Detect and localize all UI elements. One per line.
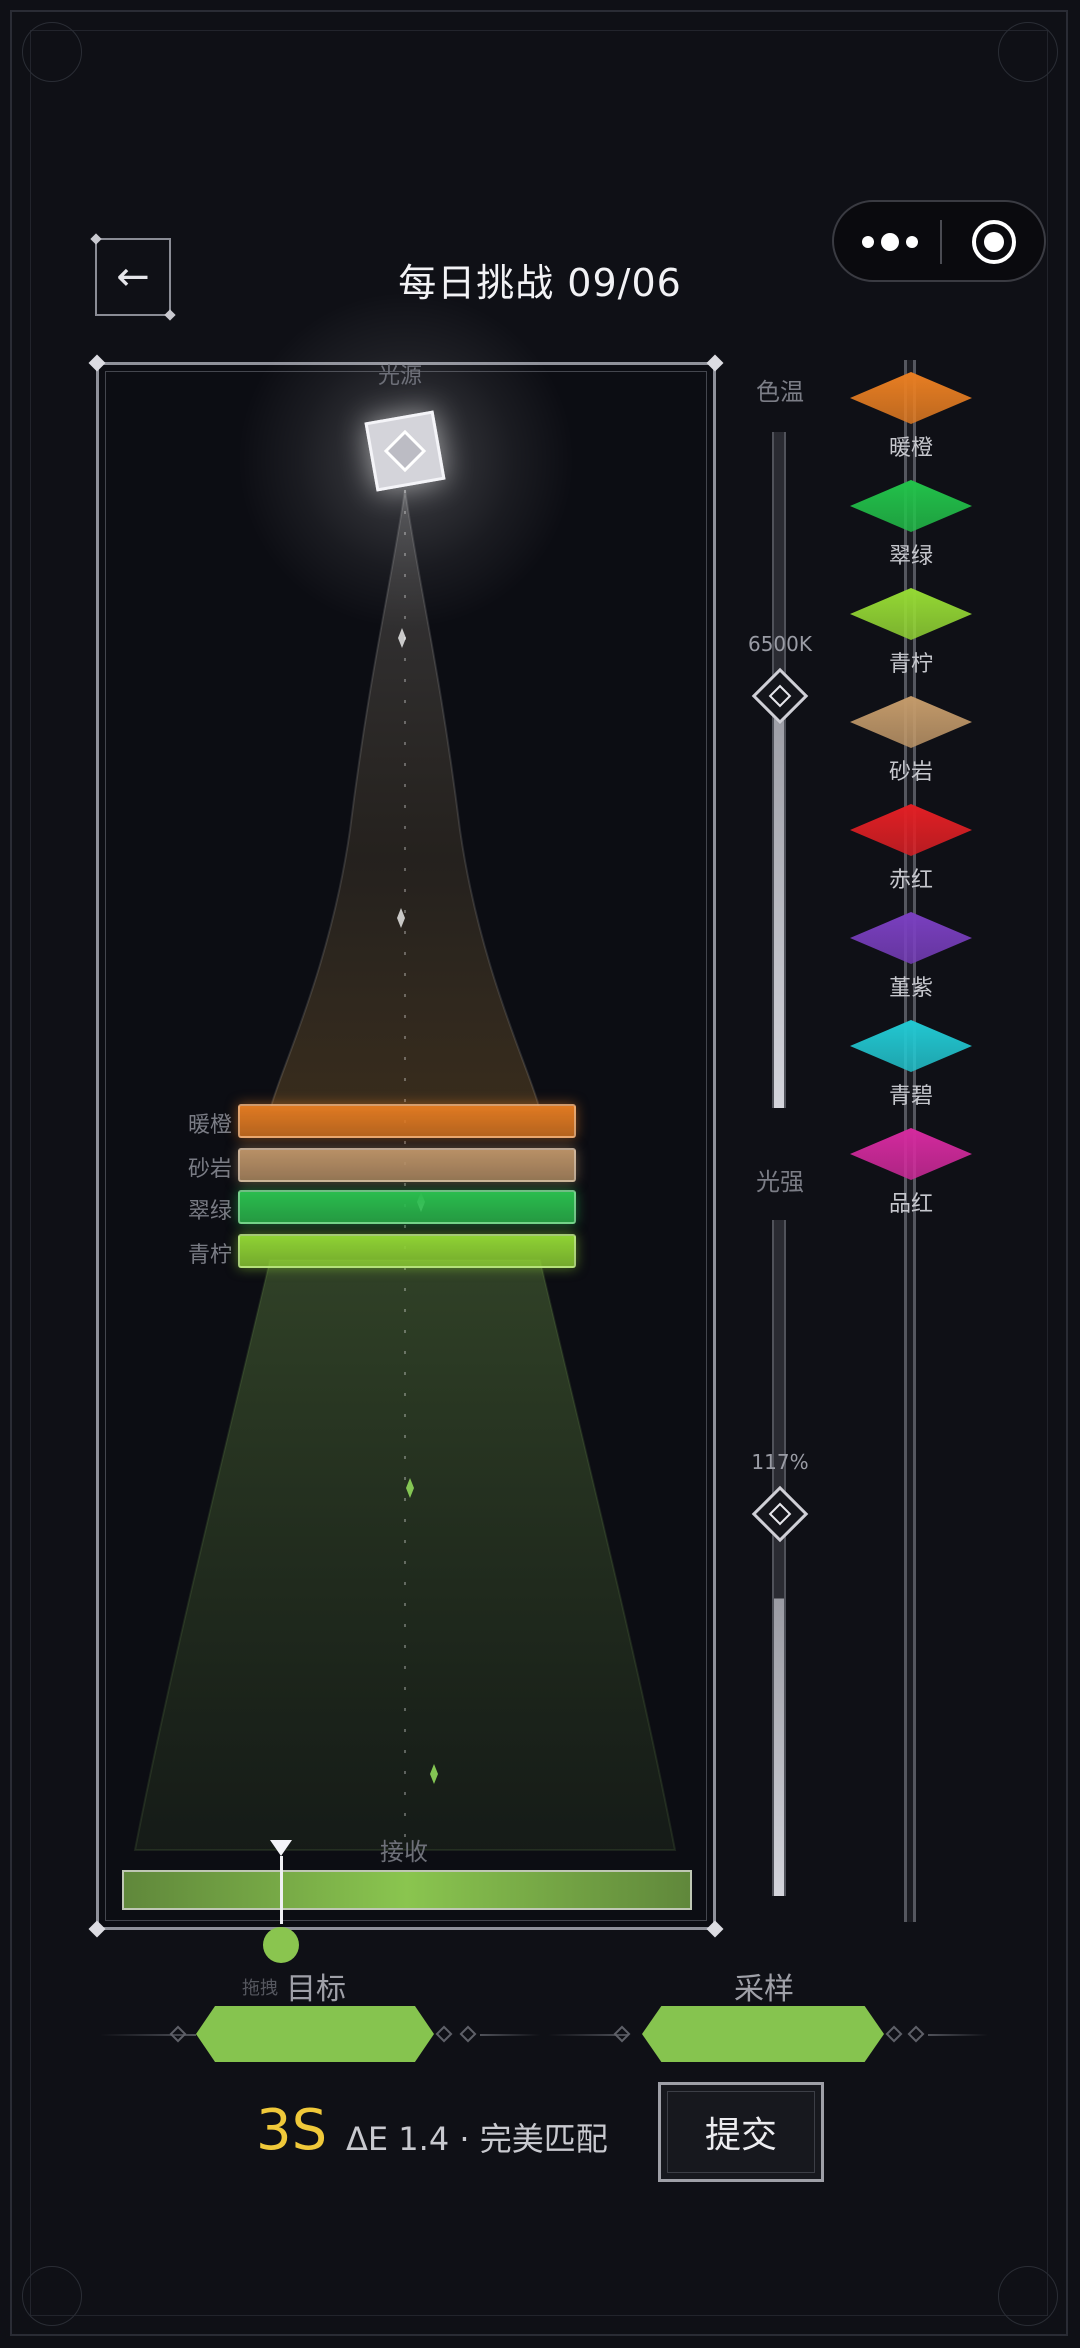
receiver-label: 接收 — [380, 1838, 428, 1866]
palette-swatch[interactable] — [850, 1020, 972, 1072]
sample-color-swatch — [642, 2006, 884, 2062]
palette-swatch[interactable] — [850, 804, 972, 856]
gem-icon — [850, 588, 972, 640]
intensity-label: 光强 — [756, 1168, 804, 1196]
timer: 3S — [256, 2098, 328, 2163]
target-color-swatch — [196, 2006, 434, 2062]
intensity-value: 117% — [751, 1450, 809, 1474]
source-label: 光源 — [378, 364, 423, 389]
target-close-icon[interactable] — [972, 220, 1016, 264]
intensity-slider[interactable] — [772, 1220, 786, 1896]
filter-slot[interactable] — [238, 1190, 576, 1224]
palette-swatch[interactable] — [850, 588, 972, 640]
palette-swatch-label: 翠绿 — [888, 544, 933, 569]
filter-label: 翠绿 — [187, 1199, 232, 1224]
mini-program-capsule — [832, 200, 1046, 282]
corner-ornament — [22, 2266, 82, 2326]
gem-icon — [850, 1128, 972, 1180]
filter-label: 砂岩 — [187, 1157, 232, 1182]
palette-swatch[interactable] — [850, 1128, 972, 1180]
palette-swatch-label: 青柠 — [888, 652, 933, 677]
corner-ornament — [22, 22, 82, 82]
submit-label: 提交 — [704, 2115, 777, 2156]
palette-swatch-label: 赤红 — [888, 868, 933, 893]
gem-icon — [850, 1020, 972, 1072]
palette-swatch-label: 砂岩 — [888, 760, 933, 785]
gem-icon — [850, 372, 972, 424]
receiver-drag-handle[interactable] — [263, 1927, 299, 1963]
palette-swatch-label: 堇紫 — [888, 976, 933, 1001]
palette-swatch[interactable] — [850, 696, 972, 748]
ornament-line — [480, 2034, 540, 2036]
filter-slot[interactable] — [238, 1148, 576, 1182]
filter-slot[interactable] — [238, 1104, 576, 1138]
receiver-marker-icon — [270, 1840, 292, 1856]
capsule-divider — [940, 220, 942, 264]
gem-icon — [850, 480, 972, 532]
gem-icon — [850, 912, 972, 964]
color-temp-value: 6500K — [747, 632, 812, 656]
corner-ornament — [998, 22, 1058, 82]
palette-swatch-label: 品红 — [888, 1192, 933, 1217]
gem-icon — [850, 804, 972, 856]
palette-swatch-label: 暖橙 — [888, 436, 933, 461]
palette-swatch[interactable] — [850, 372, 972, 424]
color-temp-slider[interactable] — [772, 432, 786, 1108]
match-result: ΔE 1.4 · 完美匹配 — [346, 2120, 608, 2158]
sample-label: 采样 — [734, 1972, 794, 2007]
palette-swatch[interactable] — [850, 480, 972, 532]
receiver-marker-line — [280, 1856, 283, 1924]
more-dots-icon[interactable] — [862, 230, 918, 254]
palette-swatch-label: 青碧 — [888, 1084, 933, 1109]
corner-ornament — [998, 2266, 1058, 2326]
submit-button[interactable]: 提交 — [658, 2082, 824, 2182]
filter-label: 青柠 — [187, 1243, 232, 1268]
gem-icon — [850, 696, 972, 748]
target-label: 目标 — [286, 1972, 346, 2007]
color-temp-label: 色温 — [756, 378, 804, 406]
light-source-icon[interactable] — [364, 410, 446, 492]
palette-swatch[interactable] — [850, 912, 972, 964]
receiver-bar — [122, 1870, 692, 1910]
filter-slot[interactable] — [238, 1234, 576, 1268]
filter-label: 暖橙 — [187, 1113, 232, 1138]
ornament-line — [928, 2034, 988, 2036]
